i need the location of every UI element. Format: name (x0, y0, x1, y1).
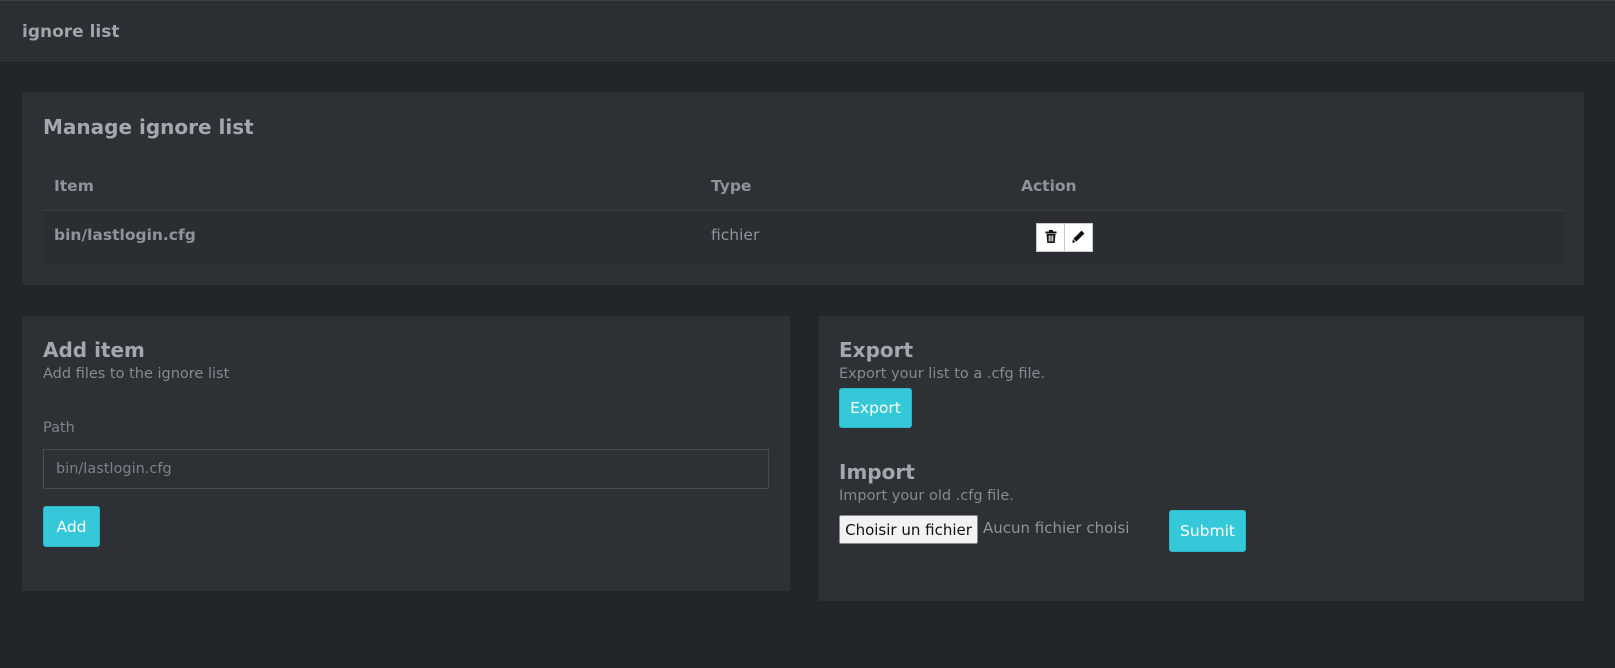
add-item-subtitle: Add files to the ignore list (43, 366, 230, 382)
path-input[interactable] (43, 449, 769, 489)
pencil-icon (1072, 228, 1085, 247)
export-subtitle: Export your list to a .cfg file. (839, 366, 1046, 382)
choose-file-button[interactable]: Choisir un fichier (839, 515, 978, 544)
add-button[interactable]: Add (43, 506, 100, 547)
manage-ignore-list-card: Manage ignore list Item Type Action bin/… (22, 92, 1584, 285)
edit-button[interactable] (1064, 223, 1093, 252)
no-file-chosen-label: Aucun fichier choisi (983, 519, 1130, 537)
column-header-action: Action (1021, 177, 1077, 195)
column-header-item: Item (54, 177, 94, 195)
submit-button[interactable]: Submit (1169, 510, 1246, 552)
export-import-card: Export Export your list to a .cfg file. … (819, 316, 1584, 601)
trash-icon (1045, 228, 1057, 247)
add-item-card: Add item Add files to the ignore list Pa… (22, 316, 790, 591)
export-title: Export (839, 338, 914, 362)
manage-card-title: Manage ignore list (43, 115, 254, 139)
delete-button[interactable] (1036, 223, 1065, 252)
row-type-cell: fichier (711, 226, 760, 244)
top-bar: ignore list (0, 0, 1615, 62)
table-row (43, 211, 1563, 264)
import-title: Import (839, 460, 915, 484)
import-subtitle: Import your old .cfg file. (839, 488, 1014, 504)
column-header-type: Type (711, 177, 752, 195)
add-item-title: Add item (43, 338, 145, 362)
page-title: ignore list (22, 22, 120, 42)
row-item-cell: bin/lastlogin.cfg (54, 226, 196, 244)
export-button[interactable]: Export (839, 388, 912, 428)
path-label: Path (43, 420, 75, 436)
